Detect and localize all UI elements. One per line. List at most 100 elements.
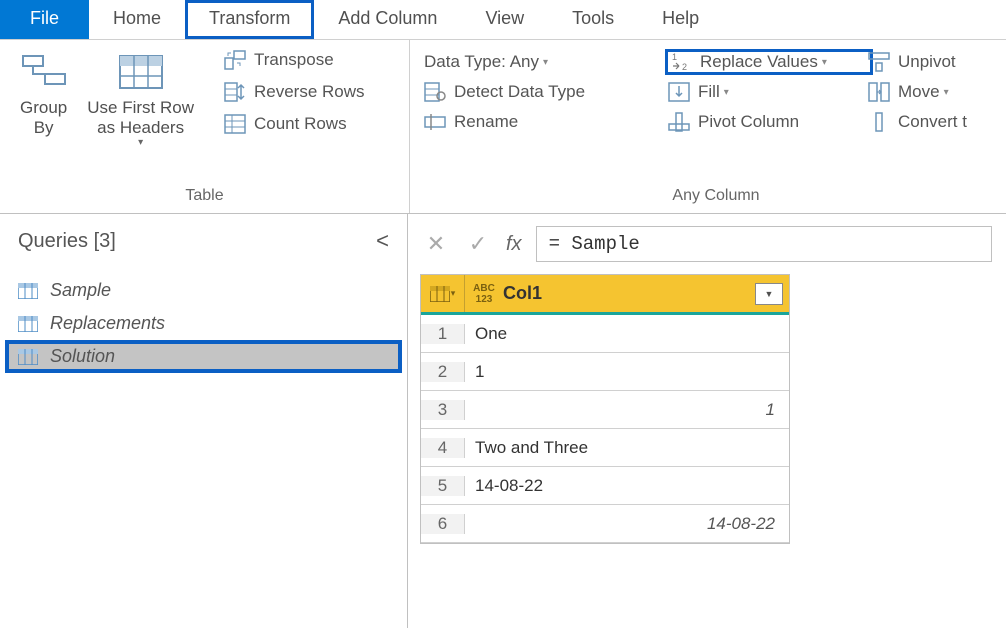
table-icon bbox=[430, 286, 450, 302]
data-type-button[interactable]: Data Type: Any ▾ bbox=[424, 52, 668, 72]
detect-data-type-label: Detect Data Type bbox=[454, 82, 585, 102]
row-index: 4 bbox=[421, 438, 465, 458]
formula-input[interactable]: = Sample bbox=[536, 226, 992, 262]
count-rows-icon bbox=[224, 114, 246, 134]
unpivot-label: Unpivot bbox=[898, 52, 956, 72]
pivot-column-button[interactable]: Pivot Column bbox=[668, 112, 868, 132]
query-label: Solution bbox=[50, 346, 115, 367]
dropdown-arrow-icon: ▾ bbox=[543, 57, 548, 68]
row-index: 6 bbox=[421, 514, 465, 534]
row-index: 3 bbox=[421, 400, 465, 420]
cell[interactable]: 14-08-22 bbox=[465, 514, 789, 534]
formula-bar: ✕ ✓ fx = Sample bbox=[408, 214, 1006, 274]
table-row[interactable]: 4Two and Three bbox=[421, 429, 789, 467]
tab-add-column[interactable]: Add Column bbox=[314, 0, 461, 39]
data-type-any-icon[interactable]: ABC123 bbox=[471, 283, 497, 305]
table-select-button[interactable]: ▾ bbox=[421, 275, 465, 312]
count-rows-button[interactable]: Count Rows bbox=[224, 114, 365, 134]
query-item-sample[interactable]: Sample bbox=[0, 274, 407, 307]
replace-values-icon: 12 bbox=[670, 52, 692, 72]
rename-button[interactable]: Rename bbox=[424, 112, 668, 132]
tab-tools[interactable]: Tools bbox=[548, 0, 638, 39]
transpose-label: Transpose bbox=[254, 50, 334, 70]
cell[interactable]: 14-08-22 bbox=[465, 476, 789, 496]
rename-icon bbox=[424, 112, 446, 132]
table-icon bbox=[18, 349, 38, 365]
data-type-label: Data Type: Any bbox=[424, 52, 539, 72]
row-index: 1 bbox=[421, 324, 465, 344]
pivot-column-icon bbox=[668, 112, 690, 132]
cell[interactable]: One bbox=[465, 324, 789, 344]
table-icon bbox=[18, 283, 38, 299]
tab-view[interactable]: View bbox=[461, 0, 548, 39]
move-button[interactable]: Move ▾ bbox=[868, 82, 1006, 102]
ribbon-group-table: Group By Use First Row as Headers ▾ Tran… bbox=[0, 40, 410, 213]
transpose-icon bbox=[224, 50, 246, 70]
table-row[interactable]: 614-08-22 bbox=[421, 505, 789, 543]
reverse-rows-icon bbox=[224, 82, 246, 102]
use-first-row-button[interactable]: Use First Row as Headers ▾ bbox=[77, 50, 204, 152]
count-rows-label: Count Rows bbox=[254, 114, 347, 134]
dropdown-arrow-icon: ▾ bbox=[944, 87, 949, 98]
cell[interactable]: 1 bbox=[465, 400, 789, 420]
dropdown-arrow-icon: ▾ bbox=[138, 137, 143, 148]
table-icon bbox=[18, 316, 38, 332]
query-label: Replacements bbox=[50, 313, 165, 334]
detect-data-type-icon bbox=[424, 82, 446, 102]
reverse-rows-label: Reverse Rows bbox=[254, 82, 365, 102]
table-row[interactable]: 31 bbox=[421, 391, 789, 429]
tab-transform[interactable]: Transform bbox=[185, 0, 314, 39]
dropdown-arrow-icon: ▾ bbox=[822, 57, 827, 68]
table-row[interactable]: 514-08-22 bbox=[421, 467, 789, 505]
fx-button[interactable]: fx bbox=[506, 233, 522, 256]
commit-formula-button[interactable]: ✓ bbox=[464, 230, 492, 258]
tab-file[interactable]: File bbox=[0, 0, 89, 39]
table-row[interactable]: 1One bbox=[421, 315, 789, 353]
queries-list: Sample Replacements Solution bbox=[0, 264, 407, 383]
row-index: 2 bbox=[421, 362, 465, 382]
rename-label: Rename bbox=[454, 112, 518, 132]
data-area: ✕ ✓ fx = Sample ▾ ABC123 Col1 ▼ 1One 21 … bbox=[408, 214, 1006, 628]
query-item-solution[interactable]: Solution bbox=[5, 340, 402, 373]
fill-label: Fill bbox=[698, 82, 720, 102]
grid-rows: 1One 21 31 4Two and Three 514-08-22 614-… bbox=[421, 315, 789, 543]
group-by-label: Group By bbox=[20, 98, 67, 139]
table-group-label: Table bbox=[0, 183, 409, 213]
transpose-button[interactable]: Transpose bbox=[224, 50, 365, 70]
queries-title: Queries [3] bbox=[18, 230, 116, 253]
cell[interactable]: Two and Three bbox=[465, 438, 789, 458]
any-column-group-label: Any Column bbox=[424, 183, 1006, 213]
unpivot-button[interactable]: Unpivot bbox=[868, 52, 1006, 72]
convert-label: Convert t bbox=[898, 112, 967, 132]
cancel-formula-button[interactable]: ✕ bbox=[422, 230, 450, 258]
column-filter-button[interactable]: ▼ bbox=[755, 283, 783, 305]
cell[interactable]: 1 bbox=[465, 362, 789, 382]
replace-values-button[interactable]: 12 Replace Values ▾ bbox=[665, 49, 873, 75]
tab-bar: File Home Transform Add Column View Tool… bbox=[0, 0, 1006, 40]
detect-data-type-button[interactable]: Detect Data Type bbox=[424, 82, 668, 102]
table-row[interactable]: 21 bbox=[421, 353, 789, 391]
tab-home[interactable]: Home bbox=[89, 0, 185, 39]
use-first-row-label: Use First Row as Headers bbox=[87, 98, 194, 139]
group-by-icon bbox=[21, 54, 67, 90]
replace-values-label: Replace Values bbox=[700, 52, 818, 72]
group-by-button[interactable]: Group By bbox=[10, 50, 77, 143]
column-header-row: ▾ ABC123 Col1 ▼ bbox=[421, 275, 789, 315]
pivot-column-label: Pivot Column bbox=[698, 112, 799, 132]
fill-icon bbox=[668, 82, 690, 102]
ribbon-group-any-column: Data Type: Any ▾ 12 Replace Values ▾ Unpiv… bbox=[410, 40, 1006, 213]
move-icon bbox=[868, 82, 890, 102]
query-item-replacements[interactable]: Replacements bbox=[0, 307, 407, 340]
convert-button[interactable]: Convert t bbox=[868, 112, 1006, 132]
column-name[interactable]: Col1 bbox=[497, 283, 755, 304]
tab-help[interactable]: Help bbox=[638, 0, 723, 39]
unpivot-icon bbox=[868, 52, 890, 72]
move-label: Move bbox=[898, 82, 940, 102]
collapse-panel-button[interactable]: < bbox=[376, 228, 389, 254]
dropdown-arrow-icon: ▾ bbox=[724, 87, 729, 98]
data-grid: ▾ ABC123 Col1 ▼ 1One 21 31 4Two and Thre… bbox=[420, 274, 790, 544]
reverse-rows-button[interactable]: Reverse Rows bbox=[224, 82, 365, 102]
fill-button[interactable]: Fill ▾ bbox=[668, 82, 868, 102]
ribbon: Group By Use First Row as Headers ▾ Tran… bbox=[0, 40, 1006, 214]
svg-text:1: 1 bbox=[672, 52, 677, 62]
